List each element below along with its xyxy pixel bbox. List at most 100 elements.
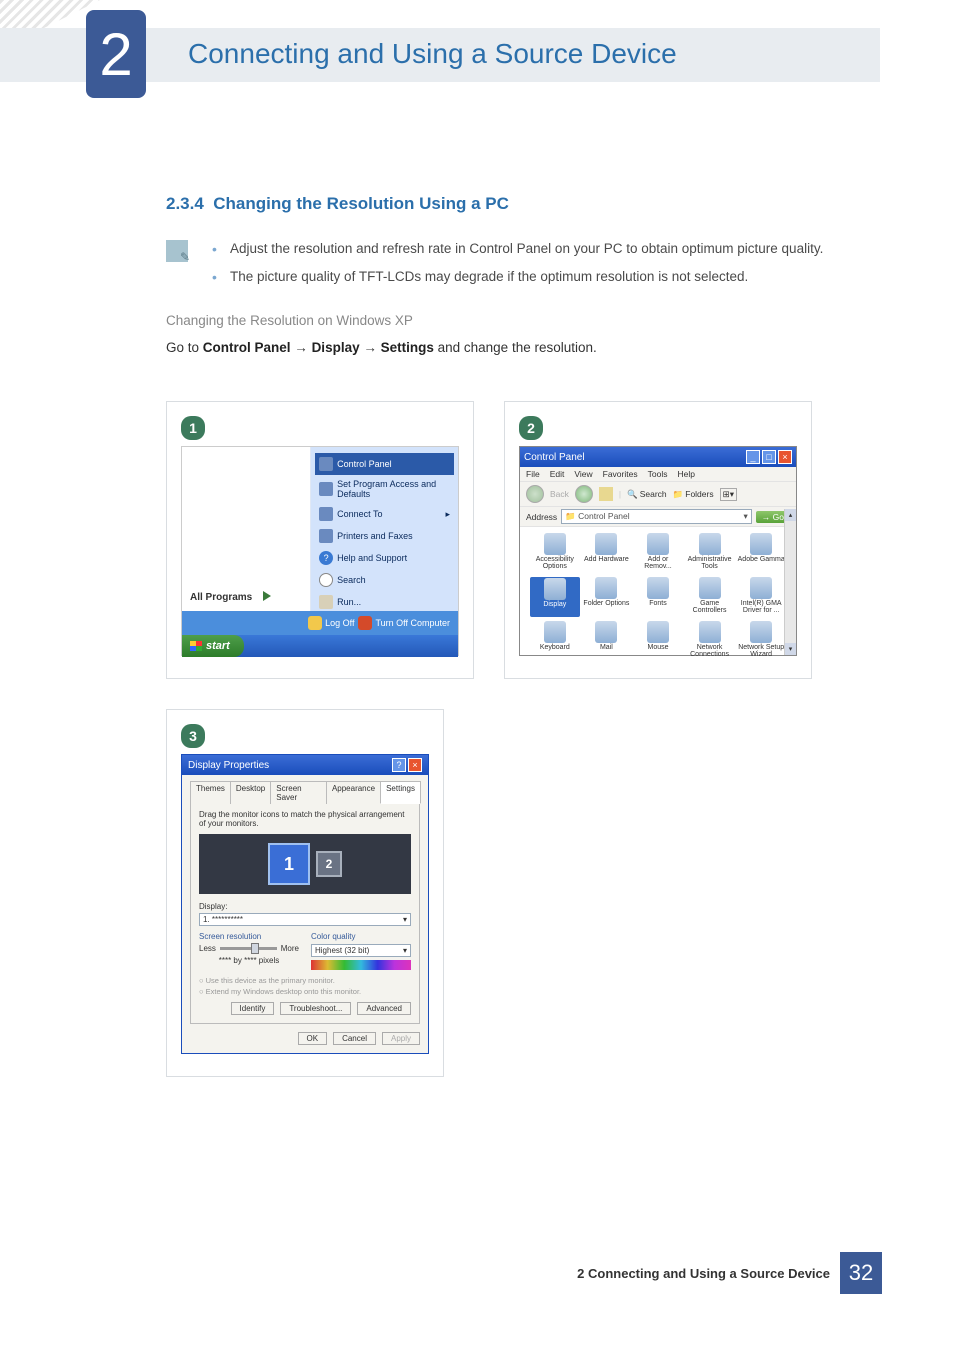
troubleshoot-button[interactable]: Troubleshoot... (280, 1002, 351, 1015)
menu-item[interactable]: ?Help and Support (315, 547, 454, 569)
resolution-slider[interactable] (220, 947, 277, 950)
monitor-2[interactable]: 2 (316, 851, 342, 877)
screenshot-1: 1 All Programs Control Panel Set Program… (166, 401, 474, 679)
scroll-down-button[interactable]: ▾ (785, 643, 796, 655)
menu-favorites[interactable]: Favorites (603, 469, 638, 479)
menu-tools[interactable]: Tools (648, 469, 668, 479)
cp-icon-item[interactable]: Mouse (633, 621, 683, 661)
start-menu-left-pane: All Programs (182, 447, 311, 611)
arrange-hint: Drag the monitor icons to match the phys… (199, 810, 411, 828)
ok-button[interactable]: OK (298, 1032, 328, 1045)
back-button[interactable] (526, 485, 544, 503)
all-programs[interactable]: All Programs (190, 587, 271, 605)
menu-item[interactable]: Run... (315, 591, 454, 613)
tab-desktop[interactable]: Desktop (230, 781, 271, 804)
color-quality-select[interactable]: Highest (32 bit)▾ (311, 944, 411, 957)
section-number: 2.3.4 (166, 194, 204, 213)
forward-button[interactable] (575, 485, 593, 503)
instr-p1: Control Panel (203, 340, 291, 355)
color-preview (311, 960, 411, 970)
menu-item[interactable]: Set Program Access and Defaults (315, 475, 454, 503)
menu-item-label: Connect To (337, 509, 382, 519)
cp-item-label: Display (531, 601, 579, 608)
check-label: Use this device as the primary monitor. (206, 976, 335, 985)
tab-screensaver[interactable]: Screen Saver (270, 781, 327, 804)
cp-item-label: Mail (582, 644, 632, 651)
address-input[interactable]: 📁 Control Panel▾ (561, 509, 752, 524)
cp-icon-item[interactable]: Keyboard (530, 621, 580, 661)
cancel-button[interactable]: Cancel (333, 1032, 376, 1045)
start-button[interactable]: start (182, 635, 244, 657)
cp-icon-item[interactable]: Network Setup Wizard (736, 621, 786, 661)
note-item: The picture quality of TFT-LCDs may degr… (200, 266, 886, 288)
display-properties-window: Display Properties ? × Themes Desktop Sc… (181, 754, 429, 1054)
extend-desktop-check[interactable]: ○ Extend my Windows desktop onto this mo… (199, 987, 411, 996)
dialog-body: Themes Desktop Screen Saver Appearance S… (182, 775, 428, 1053)
maximize-button[interactable]: □ (762, 450, 776, 464)
chapter-number: 2 (99, 20, 132, 89)
cp-item-label: Add Hardware (582, 556, 632, 563)
cp-icon-item[interactable]: Accessibility Options (530, 533, 580, 573)
folders-button[interactable]: 📁Folders (673, 489, 714, 500)
cp-icon-item[interactable]: Administrative Tools (685, 533, 735, 573)
cp-icon-item[interactable]: Mail (582, 621, 632, 661)
menu-item[interactable]: Connect To▸ (315, 503, 454, 525)
start-menu-body: All Programs Control Panel Set Program A… (182, 447, 458, 611)
identify-button[interactable]: Identify (231, 1002, 275, 1015)
cp-icon-item[interactable]: Add or Remov... (633, 533, 683, 573)
monitor-arrange-area[interactable]: 1 2 (199, 834, 411, 894)
cp-icon-item[interactable]: Adobe Gamma (736, 533, 786, 573)
cp-icon-item[interactable]: Add Hardware (582, 533, 632, 573)
up-button[interactable] (599, 487, 613, 501)
help-button[interactable]: ? (392, 758, 406, 772)
tab-themes[interactable]: Themes (190, 781, 231, 804)
cp-icon-item[interactable]: Game Controllers (685, 577, 735, 617)
apply-button[interactable]: Apply (382, 1032, 420, 1045)
menu-file[interactable]: File (526, 469, 540, 479)
cp-icon-item[interactable]: Intel(R) GMA Driver for ... (736, 577, 786, 617)
menu-bar: File Edit View Favorites Tools Help (520, 467, 796, 482)
advanced-button[interactable]: Advanced (357, 1002, 411, 1015)
page-number: 32 (840, 1252, 882, 1294)
footer-chapter: 2 (577, 1266, 584, 1281)
menu-item-control-panel[interactable]: Control Panel (315, 453, 454, 475)
logoff-icon (308, 616, 322, 630)
logoff-label: Log Off (325, 618, 354, 628)
menu-edit[interactable]: Edit (550, 469, 565, 479)
close-button[interactable]: × (408, 758, 422, 772)
cp-icon-item[interactable]: Folder Options (582, 577, 632, 617)
display-select[interactable]: 1. **********▾ (199, 913, 411, 926)
go-label: Go (773, 512, 784, 522)
menu-help[interactable]: Help (677, 469, 694, 479)
resolution-color-row: Screen resolution Less More **** by ****… (199, 932, 411, 970)
monitor-1[interactable]: 1 (268, 843, 310, 885)
minimize-button[interactable]: _ (746, 450, 760, 464)
menu-item-label: Run... (337, 597, 361, 607)
search-button[interactable]: 🔍Search (627, 489, 667, 500)
instr-arrow: → (291, 340, 312, 355)
footer-text: 2 Connecting and Using a Source Device (577, 1266, 830, 1281)
menu-view[interactable]: View (574, 469, 592, 479)
window-titlebar[interactable]: Display Properties ? × (182, 755, 428, 775)
cp-icon-item[interactable]: Display (530, 577, 580, 617)
menu-item[interactable]: Printers and Faxes (315, 525, 454, 547)
tab-appearance[interactable]: Appearance (326, 781, 381, 804)
scroll-up-button[interactable]: ▴ (785, 509, 796, 521)
tab-settings[interactable]: Settings (380, 781, 421, 804)
menu-item[interactable]: Search (315, 569, 454, 591)
cp-item-icon (750, 577, 772, 599)
slider-thumb[interactable] (251, 943, 259, 954)
subheading: Changing the Resolution on Windows XP (166, 313, 886, 328)
cp-item-label: Accessibility Options (530, 556, 580, 570)
cp-item-icon (750, 621, 772, 643)
cp-icon-item[interactable]: Fonts (633, 577, 683, 617)
scrollbar[interactable]: ▴ ▾ (784, 509, 796, 655)
help-icon: ? (319, 551, 333, 565)
views-button[interactable]: ⊞▾ (720, 488, 737, 501)
window-titlebar[interactable]: Control Panel _ □ × (520, 447, 796, 467)
close-button[interactable]: × (778, 450, 792, 464)
cp-icon-item[interactable]: Network Connections (685, 621, 735, 661)
primary-monitor-check[interactable]: ○ Use this device as the primary monitor… (199, 976, 411, 985)
turn-off-button[interactable]: Turn Off Computer (358, 616, 450, 630)
log-off-button[interactable]: Log Off (308, 616, 354, 630)
